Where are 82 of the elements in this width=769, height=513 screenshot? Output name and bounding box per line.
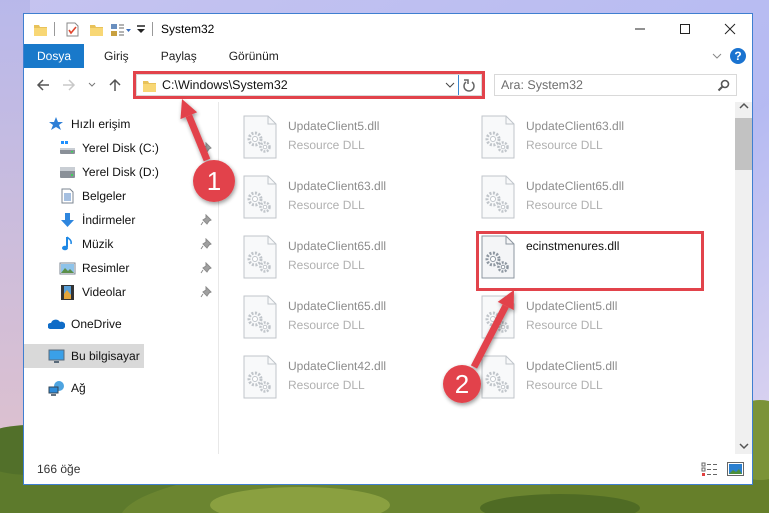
file-type: Resource DLL [288,198,366,212]
up-icon [108,78,122,92]
search-field[interactable]: Ara: System32 [494,74,737,96]
file-name: UpdateClient65.dll [288,239,386,253]
file-icon [481,175,515,219]
maximize-icon [678,23,690,35]
file-icon [243,115,277,159]
file-type: Resource DLL [288,258,366,272]
file-type: Resource DLL [288,378,366,392]
file-icon [243,295,277,339]
file-name: UpdateClient63.dll [526,119,624,133]
film-icon [59,284,76,300]
drive-icon [59,164,76,180]
file-icon [481,115,515,159]
file-type: Resource DLL [526,378,604,392]
pin-icon[interactable] [200,214,212,226]
dropdown-icon[interactable] [445,81,455,89]
file-icon [481,235,515,279]
nav-item[interactable]: OneDrive [24,312,126,336]
file-name: UpdateClient5.dll [526,359,618,373]
drive-icon [59,140,76,156]
properties-icon[interactable] [65,22,80,36]
pin-icon[interactable] [200,238,212,250]
computer-icon [48,348,65,364]
large-icons-view-icon[interactable] [727,462,744,476]
ribbon-tab[interactable]: Dosya [24,44,84,68]
customize-icon[interactable] [110,22,132,36]
star-icon [48,116,65,132]
forward-icon [62,78,76,92]
nav-item[interactable]: Yerel Disk (D:) [24,160,163,184]
callout-badge: 2 [443,365,481,403]
file-name: UpdateClient5.dll [288,119,380,133]
file-name: UpdateClient65.dll [288,299,386,313]
file-type: Resource DLL [526,198,604,212]
details-view-icon[interactable] [701,462,718,476]
help-button[interactable]: ? [730,48,746,64]
search-icon [717,79,730,92]
arrow [180,99,210,162]
scroll-thumb[interactable] [735,118,752,170]
nav-item[interactable]: Hızlı erişim [24,112,134,136]
back-icon [36,78,50,92]
file-name: UpdateClient65.dll [526,179,624,193]
ribbon-tab[interactable]: Giriş [92,44,141,68]
nav-item[interactable]: Yerel Disk (C:) [24,136,163,160]
nav-item[interactable]: Resimler [24,256,134,280]
file-type: Resource DLL [288,318,366,332]
nav-item[interactable]: Müzik [24,232,118,256]
file-icon [481,355,515,399]
file-name: UpdateClient42.dll [288,359,386,373]
ribbon-tab[interactable]: Paylaş [148,44,209,68]
file-name: UpdateClient63.dll [288,179,386,193]
close-icon [724,23,736,35]
nav-item[interactable]: Ağ [24,376,90,400]
file-type: Resource DLL [526,138,604,152]
nav-item[interactable]: Belgeler [24,184,130,208]
file-name: UpdateClient5.dll [526,299,618,313]
file-icon [243,235,277,279]
network-icon [48,380,65,396]
file-type: Resource DLL [526,318,604,332]
download-arrow-icon [59,212,76,228]
back-button[interactable] [36,78,50,92]
ribbon-tab[interactable]: Görünüm [216,44,291,68]
item-count: 166 öğe [37,462,80,476]
address-field[interactable]: C:\Windows\System32 [136,74,482,96]
file-icon [243,355,277,399]
pin-icon[interactable] [200,262,212,274]
file-item[interactable]: ecinstmenures.dll [477,232,703,290]
picture-icon [59,260,76,276]
window-title: System32 [161,22,214,36]
file-name: ecinstmenures.dll [526,239,620,253]
document-icon [59,188,76,204]
nav-item[interactable]: Videolar [24,280,130,304]
up-button[interactable] [108,78,122,92]
chevron-icon[interactable] [712,52,722,60]
nav-item[interactable]: İndirmeler [24,208,140,232]
dropdown-icon[interactable] [136,23,146,35]
callout-badge: 1 [193,160,235,202]
nav-item[interactable]: Bu bilgisayar [24,344,144,368]
file-icon [243,175,277,219]
pin-icon[interactable] [200,286,212,298]
file-type: Resource DLL [288,138,366,152]
refresh-icon[interactable] [462,78,476,92]
